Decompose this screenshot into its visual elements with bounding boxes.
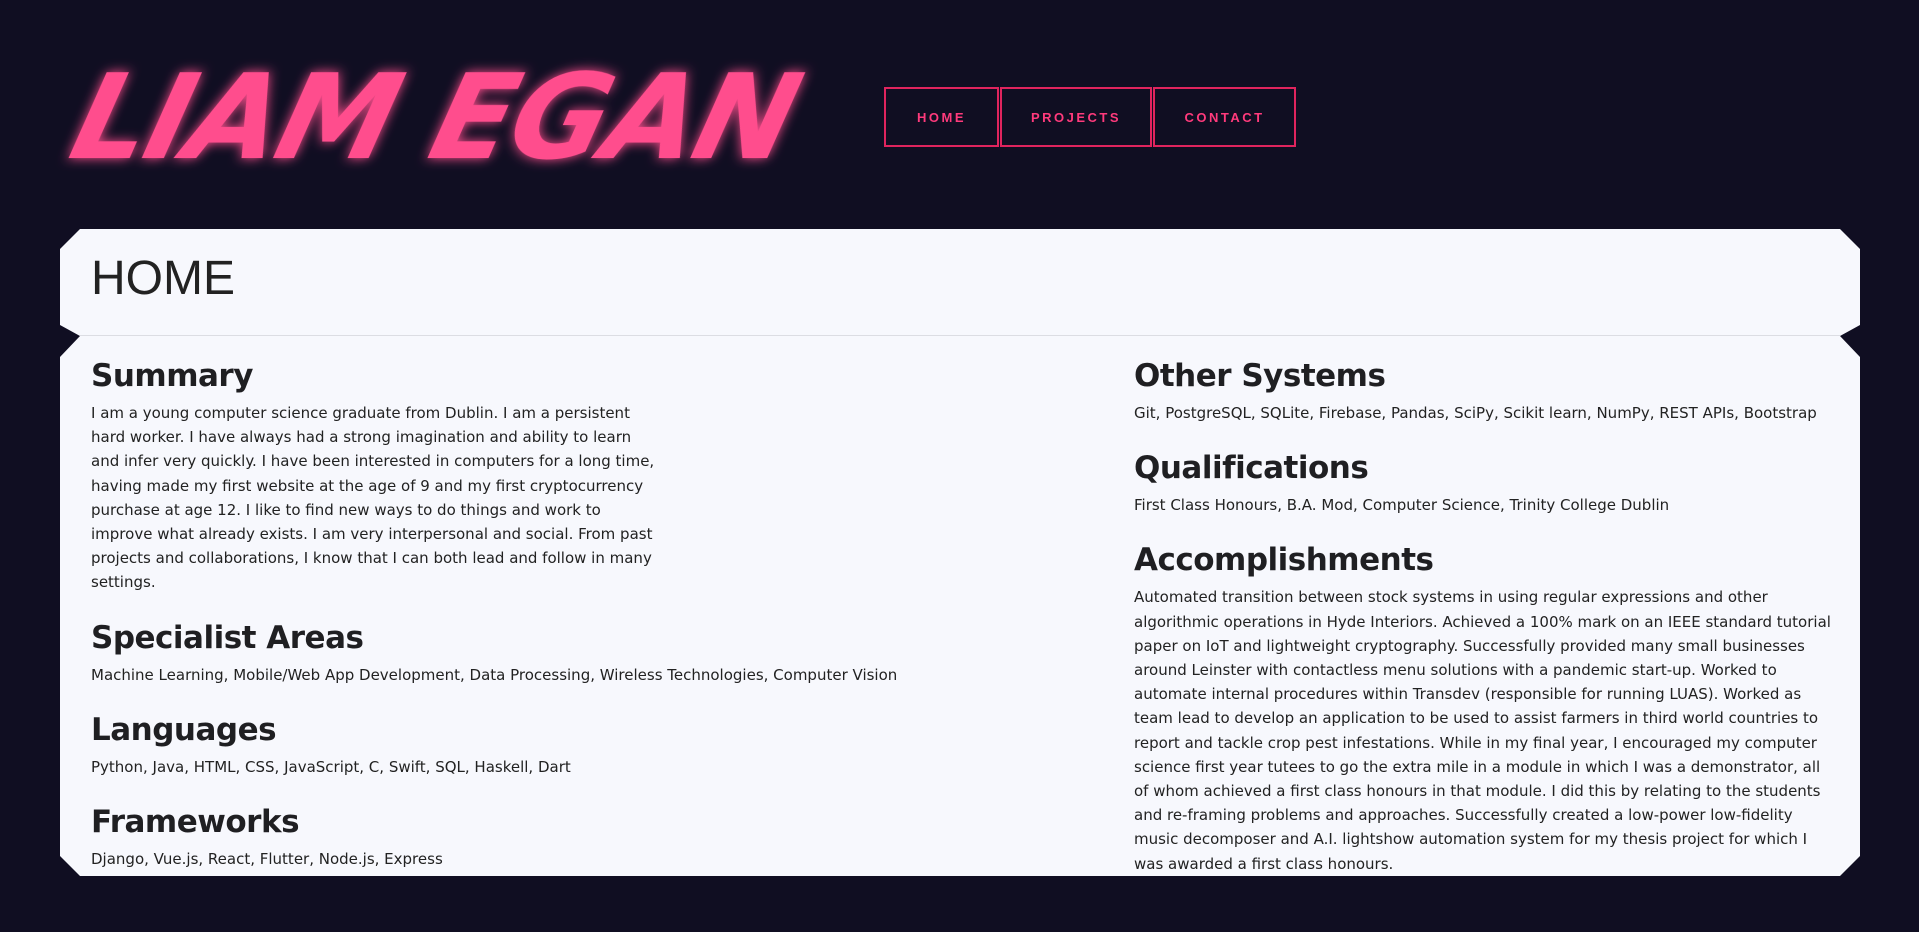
specialist-section: Specialist Areas Machine Learning, Mobil… bbox=[91, 619, 971, 687]
summary-heading: Summary bbox=[91, 358, 253, 394]
other-systems-text: Git, PostgreSQL, SQLite, Firebase, Panda… bbox=[1134, 404, 1817, 422]
frameworks-heading: Frameworks bbox=[91, 804, 300, 841]
specialist-heading: Specialist Areas bbox=[91, 619, 364, 656]
page-title: HOME bbox=[91, 252, 235, 305]
languages-heading: Languages bbox=[91, 711, 277, 748]
accomplishments-heading: Accomplishments bbox=[1134, 542, 1434, 579]
specialist-text: Machine Learning, Mobile/Web App Develop… bbox=[91, 665, 898, 684]
nav-home-button[interactable]: HOME bbox=[884, 87, 999, 147]
site-logo[interactable]: LIAM EGAN bbox=[59, 30, 811, 205]
other-systems-heading: Other Systems bbox=[1134, 358, 1386, 394]
other-systems-section: Other Systems Git, PostgreSQL, SQLite, F… bbox=[1134, 357, 1834, 425]
logo-graphic: LIAM EGAN bbox=[59, 50, 811, 187]
frameworks-text: Django, Vue.js, React, Flutter, Node.js,… bbox=[91, 850, 443, 869]
summary-section: Summary I am a young computer science gr… bbox=[91, 357, 971, 595]
left-column: Summary I am a young computer science gr… bbox=[91, 357, 971, 876]
nav-projects-button[interactable]: PROJECTS bbox=[1000, 87, 1152, 147]
qualifications-section: Qualifications First Class Honours, B.A.… bbox=[1134, 449, 1834, 517]
languages-section: Languages Python, Java, HTML, CSS, JavaS… bbox=[91, 711, 971, 779]
qualifications-text: First Class Honours, B.A. Mod, Computer … bbox=[1134, 496, 1670, 515]
content-card: HOME Summary I am a young computer scien… bbox=[60, 229, 1860, 876]
right-column: Other Systems Git, PostgreSQL, SQLite, F… bbox=[1134, 357, 1834, 876]
nav-contact-button[interactable]: CONTACT bbox=[1153, 87, 1296, 147]
languages-text: Python, Java, HTML, CSS, JavaScript, C, … bbox=[91, 757, 571, 776]
qualifications-heading: Qualifications bbox=[1134, 450, 1369, 487]
summary-text: I am a young computer science graduate f… bbox=[91, 404, 655, 592]
accomplishments-section: Accomplishments Automated transition bet… bbox=[1134, 541, 1834, 875]
title-divider bbox=[80, 335, 1840, 336]
frameworks-section: Frameworks Django, Vue.js, React, Flutte… bbox=[91, 803, 971, 871]
site-header: LIAM EGAN HOME PROJECTS CONTACT bbox=[0, 0, 1919, 229]
main-nav: HOME PROJECTS CONTACT bbox=[884, 87, 1297, 147]
logo-text: LIAM EGAN bbox=[59, 50, 811, 187]
accomplishments-text: Automated transition between stock syste… bbox=[1134, 588, 1831, 873]
